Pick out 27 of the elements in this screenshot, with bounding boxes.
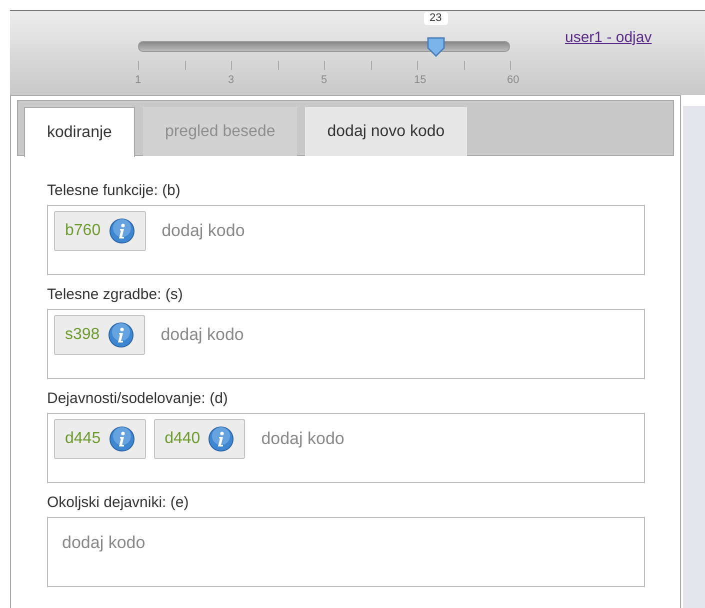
info-icon[interactable] [208, 426, 234, 452]
tick-label: 3 [228, 74, 234, 86]
code-field[interactable]: dodaj kodo [47, 517, 645, 587]
info-icon[interactable] [108, 426, 135, 452]
info-icon[interactable] [108, 218, 135, 244]
tick-label: 15 [414, 74, 426, 86]
slider-track[interactable] [138, 41, 510, 52]
tick-label: 60 [507, 74, 520, 86]
code-tag[interactable]: s398 [54, 315, 145, 355]
tick-label: 1 [135, 74, 142, 86]
section-label: Telesne zgradbe: (s) [47, 285, 184, 305]
slider-thumb[interactable] [426, 36, 446, 58]
section-label: Okoljski dejavniki: (e) [47, 493, 190, 513]
code-field[interactable]: d445 d440 dodaj kodo [47, 413, 645, 483]
code-field[interactable]: b760 dodaj kodo [47, 205, 645, 275]
tab[interactable]: dodaj novo kodo [305, 107, 467, 156]
logout-link[interactable]: user1 - odjav [565, 29, 652, 46]
section-label: Dejavnosti/sodelovanje: (d) [47, 389, 229, 409]
slider-value: 23 [424, 12, 448, 25]
code-field[interactable]: s398 dodaj kodo [47, 309, 645, 379]
section-label: Telesne funkcije: (b) [47, 181, 182, 201]
tab[interactable]: kodiranje [24, 107, 135, 157]
code-tag[interactable]: d445 [54, 419, 146, 459]
code-tag[interactable]: d440 [154, 419, 246, 459]
tick-label: 5 [321, 74, 328, 86]
info-icon[interactable] [108, 322, 134, 348]
code-tag[interactable]: b760 [54, 211, 146, 251]
